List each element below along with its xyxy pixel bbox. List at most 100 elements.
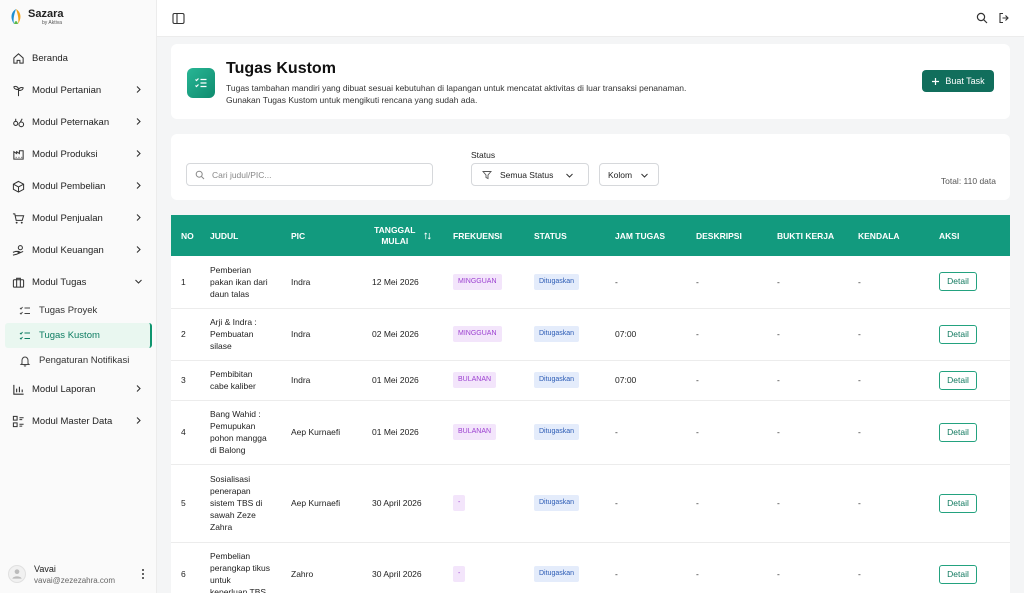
cell-aksi: Detail bbox=[929, 542, 1010, 593]
sazara-logo-icon bbox=[11, 9, 21, 24]
sidebar-item-master-data[interactable]: Modul Master Data bbox=[5, 405, 152, 437]
detail-button[interactable]: Detail bbox=[939, 493, 977, 513]
task-title-line: Pembelian bbox=[210, 551, 251, 561]
frequency-badge: - bbox=[453, 495, 466, 511]
col-header-status: STATUS bbox=[524, 215, 605, 256]
cell-kendala: - bbox=[848, 464, 929, 543]
sidebar-subitem-label: Tugas Proyek bbox=[39, 305, 98, 316]
task-title-line: pakan ikan dari bbox=[210, 276, 268, 287]
sidebar-toggle-icon[interactable] bbox=[172, 12, 185, 25]
briefcase-icon bbox=[12, 276, 25, 289]
task-title-line: cabe kaliber bbox=[210, 381, 256, 391]
sidebar-item-label: Modul Master Data bbox=[32, 415, 113, 427]
task-title-line: Zahra bbox=[210, 522, 233, 532]
chevron-right-icon bbox=[136, 417, 141, 424]
cell-frekuensi: - bbox=[443, 464, 524, 543]
col-header-no: NO bbox=[171, 215, 200, 256]
cell-pic: Zahro bbox=[281, 542, 362, 593]
search-placeholder: Cari judul/PIC... bbox=[212, 169, 272, 180]
status-filter-select[interactable]: Semua Status bbox=[471, 163, 589, 186]
cell-jam-tugas: - bbox=[605, 400, 686, 465]
list-check-icon bbox=[19, 305, 31, 317]
cell-status: Ditugaskan bbox=[524, 542, 605, 593]
search-input[interactable]: Cari judul/PIC... bbox=[186, 163, 433, 186]
chevron-right-icon bbox=[136, 150, 141, 157]
chevron-down-icon bbox=[566, 173, 573, 178]
table-row: 5 Sosialisasi penerapan sistem TBS di sawah … bbox=[171, 464, 1010, 543]
sidebar-subitem-tugas-kustom[interactable]: Tugas Kustom bbox=[5, 323, 152, 348]
cell-judul: Pemberian pakan ikan dari daun talas bbox=[200, 256, 281, 309]
more-vertical-icon[interactable] bbox=[141, 567, 145, 581]
sidebar-item-keuangan[interactable]: Modul Keuangan bbox=[5, 234, 152, 266]
sidebar-item-pertanian[interactable]: Modul Pertanian bbox=[5, 74, 152, 106]
logout-icon[interactable] bbox=[998, 12, 1010, 24]
chevron-right-icon bbox=[136, 182, 141, 189]
create-task-label: Buat Task bbox=[945, 76, 985, 86]
cell-tanggal: 30 April 2026 bbox=[362, 464, 443, 543]
sidebar-item-beranda[interactable]: Beranda bbox=[5, 42, 152, 74]
sidebar-item-peternakan[interactable]: Modul Peternakan bbox=[5, 106, 152, 138]
frequency-badge: MINGGUAN bbox=[453, 273, 502, 290]
task-title-line: Bang Wahid : bbox=[210, 409, 261, 419]
cell-deskripsi: - bbox=[686, 400, 767, 465]
sidebar-item-tugas[interactable]: Modul Tugas bbox=[5, 266, 152, 298]
detail-button[interactable]: Detail bbox=[939, 324, 977, 344]
sidebar-subitem-tugas-proyek[interactable]: Tugas Proyek bbox=[5, 298, 152, 323]
detail-button[interactable]: Detail bbox=[939, 422, 977, 442]
create-task-button[interactable]: Buat Task bbox=[922, 70, 994, 92]
sidebar-item-label: Modul Pembelian bbox=[32, 180, 106, 192]
task-title-line: sawah Zeze bbox=[210, 510, 256, 520]
sidebar-item-label: Modul Peternakan bbox=[32, 116, 110, 128]
brand[interactable]: Sazara by Aktiva bbox=[8, 8, 63, 26]
page-header-card: Tugas Kustom Tugas tambahan mandiri yang… bbox=[171, 44, 1010, 119]
brand-sub: by Aktiva bbox=[42, 19, 63, 26]
cell-jam-tugas: - bbox=[605, 542, 686, 593]
sidebar-item-laporan[interactable]: Modul Laporan bbox=[5, 373, 152, 405]
detail-button[interactable]: Detail bbox=[939, 272, 977, 292]
table-row: 1 Pemberian pakan ikan dari daun talas Indra… bbox=[171, 256, 1010, 309]
sidebar-item-penjualan[interactable]: Modul Penjualan bbox=[5, 202, 152, 234]
frequency-badge: BULANAN bbox=[453, 424, 497, 440]
cell-tanggal: 01 Mei 2026 bbox=[362, 400, 443, 465]
column-select[interactable]: Kolom bbox=[599, 163, 659, 186]
cell-aksi: Detail bbox=[929, 400, 1010, 465]
cell-pic: Indra bbox=[281, 256, 362, 309]
table-header-row: NO JUDUL PIC TANGGAL MULAI FREKUENSI STA… bbox=[171, 215, 1010, 256]
cell-frekuensi: MINGGUAN bbox=[443, 256, 524, 309]
cell-no: 2 bbox=[171, 308, 200, 361]
status-badge: Ditugaskan bbox=[534, 372, 580, 388]
task-title-line: penerapan bbox=[210, 486, 251, 496]
status-badge: Ditugaskan bbox=[534, 495, 580, 511]
col-header-tanggal-mulai[interactable]: TANGGAL MULAI bbox=[362, 215, 443, 256]
cell-jam-tugas: - bbox=[605, 256, 686, 309]
cell-bukti-kerja: - bbox=[767, 308, 848, 361]
cell-aksi: Detail bbox=[929, 256, 1010, 309]
detail-button[interactable]: Detail bbox=[939, 370, 977, 390]
table-row: 3 Pembibitan cabe kaliber Indra 01 Mei 2026 B… bbox=[171, 360, 1010, 401]
user-avatar-icon bbox=[12, 569, 22, 579]
sidebar-item-produksi[interactable]: Modul Produksi bbox=[5, 138, 152, 170]
cart-icon bbox=[12, 212, 25, 225]
sidebar-item-label: Modul Pertanian bbox=[32, 84, 102, 96]
task-title-line: pohon mangga bbox=[210, 433, 267, 443]
sidebar-item-label: Modul Tugas bbox=[32, 276, 87, 288]
page-description-line: Gunakan Tugas Kustom untuk mengikuti ren… bbox=[226, 95, 478, 105]
user-name: Vavai bbox=[34, 563, 56, 574]
main-content: Tugas Kustom Tugas tambahan mandiri yang… bbox=[157, 37, 1024, 593]
col-header-kendala: KENDALA bbox=[848, 215, 929, 256]
chevron-down-icon bbox=[135, 279, 142, 284]
sidebar-item-label: Modul Produksi bbox=[32, 148, 98, 160]
cell-pic: Aep Kurnaefi bbox=[281, 464, 362, 543]
brand-name: Sazara bbox=[28, 7, 64, 20]
detail-button[interactable]: Detail bbox=[939, 564, 977, 584]
bell-icon bbox=[19, 355, 31, 367]
col-header-deskripsi: DESKRIPSI bbox=[686, 215, 767, 256]
sidebar-item-pembelian[interactable]: Modul Pembelian bbox=[5, 170, 152, 202]
sidebar-subitem-pengaturan-notifikasi[interactable]: Pengaturan Notifikasi bbox=[5, 348, 152, 373]
task-title-line: perangkap tikus bbox=[210, 563, 271, 573]
col-header-tanggal-line: TANGGAL bbox=[374, 224, 416, 235]
search-icon[interactable] bbox=[976, 12, 988, 24]
user-profile[interactable]: Vavai vavai@zezezahra.com bbox=[8, 560, 153, 588]
list-check-icon bbox=[187, 68, 215, 98]
cell-no: 3 bbox=[171, 360, 200, 401]
